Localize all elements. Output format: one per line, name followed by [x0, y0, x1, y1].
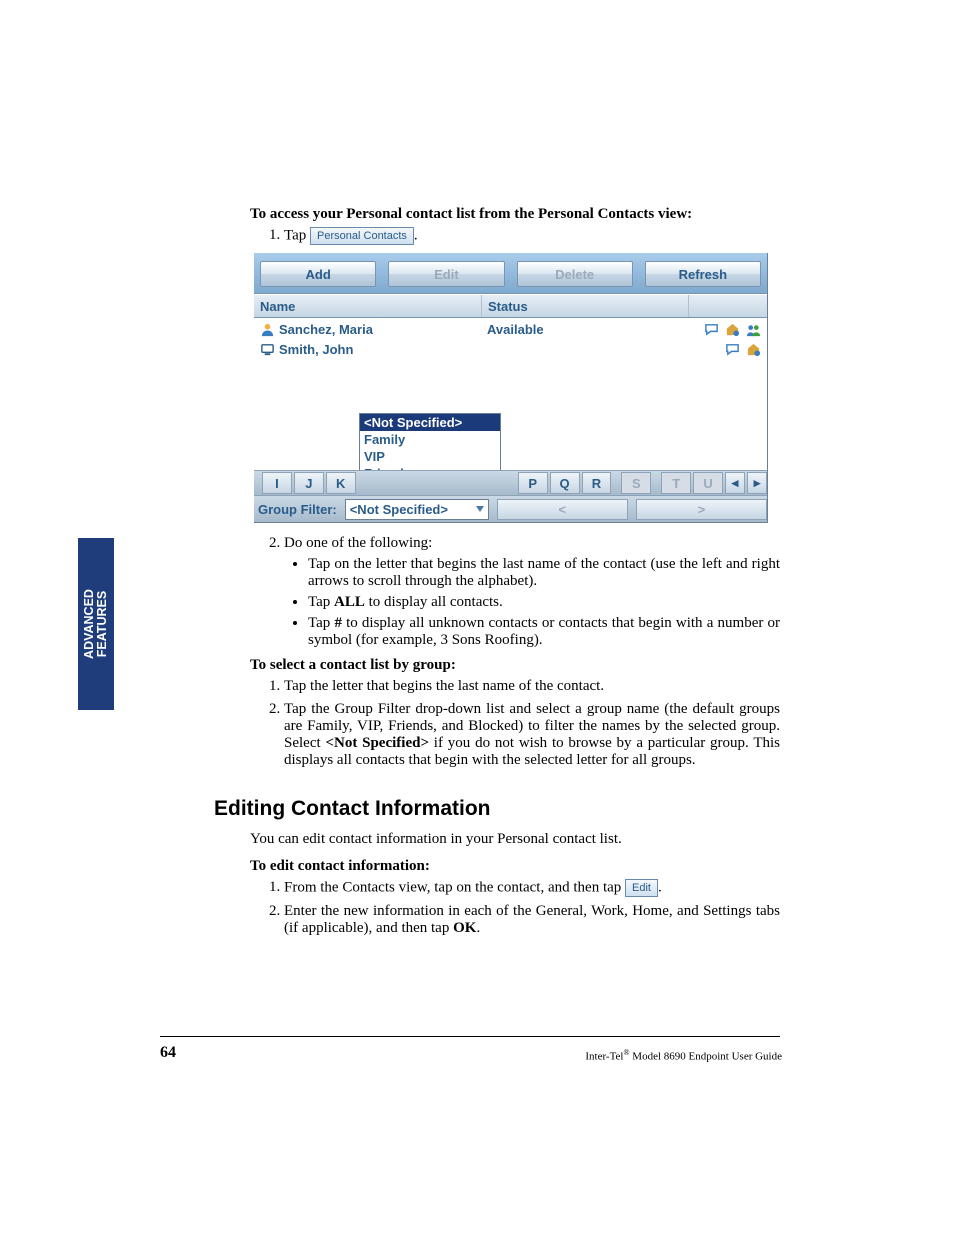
refresh-button[interactable]: Refresh	[645, 261, 761, 287]
alpha-key-dim[interactable]: T	[661, 472, 691, 494]
table-row[interactable]: Smith, John	[254, 339, 767, 359]
dropdown-option-selected[interactable]: <Not Specified>	[360, 414, 500, 431]
alpha-key[interactable]: Q	[550, 472, 580, 494]
intro-step-2: Do one of the following: Tap on the lett…	[284, 535, 780, 649]
contacts-screenshot: Add Edit Delete Refresh Name Status Sanc…	[254, 253, 768, 523]
person-icon	[260, 322, 275, 337]
contact-status: Available	[481, 322, 687, 337]
alpha-key[interactable]: P	[518, 472, 548, 494]
edit-inline-button[interactable]: Edit	[625, 879, 658, 897]
col-status[interactable]: Status	[482, 295, 689, 317]
section-tab-label: ADVANCED FEATURES	[83, 589, 109, 659]
group-step: Tap the letter that begins the last name…	[284, 678, 780, 695]
contact-name: Sanchez, Maria	[279, 322, 373, 337]
alphabet-bar: I J K P Q R S T U ◂ ▸	[254, 470, 767, 496]
alpha-key[interactable]: I	[262, 472, 292, 494]
alpha-key[interactable]: K	[326, 472, 356, 494]
edit-step: Enter the new information in each of the…	[284, 903, 780, 937]
next-button[interactable]: >	[636, 499, 767, 520]
footer-rule	[160, 1036, 780, 1037]
intro-heading: To access your Personal contact list fro…	[250, 206, 780, 223]
editing-intro: You can edit contact information in your…	[250, 831, 780, 848]
alpha-key[interactable]: R	[582, 472, 612, 494]
contact-name: Smith, John	[279, 342, 353, 357]
bullet: Tap ALL to display all contacts.	[308, 594, 780, 611]
chat-icon	[725, 342, 740, 357]
bullet: Tap # to display all unknown contacts or…	[308, 615, 780, 649]
edit-button[interactable]: Edit	[388, 261, 504, 287]
dropdown-option[interactable]: VIP	[360, 448, 500, 465]
delete-button[interactable]: Delete	[517, 261, 633, 287]
chat-icon	[704, 322, 719, 337]
table-header: Name Status	[254, 294, 767, 318]
dropdown-option[interactable]: Family	[360, 431, 500, 448]
alpha-key-dim[interactable]: S	[621, 472, 651, 494]
col-icons	[689, 295, 767, 317]
edit-step: From the Contacts view, tap on the conta…	[284, 879, 780, 897]
voicemail-icon	[746, 342, 761, 357]
group-heading: To select a contact list by group:	[250, 657, 780, 674]
group-filter-label: Group Filter:	[258, 502, 337, 517]
prev-button[interactable]: <	[497, 499, 628, 520]
voicemail-icon	[725, 322, 740, 337]
device-icon	[260, 342, 275, 357]
add-button[interactable]: Add	[260, 261, 376, 287]
col-name[interactable]: Name	[254, 295, 482, 317]
bullet: Tap on the letter that begins the last n…	[308, 556, 780, 590]
alpha-key-dim[interactable]: U	[693, 472, 723, 494]
editing-heading: Editing Contact Information	[214, 797, 780, 821]
group-filter-dropdown[interactable]: <Not Specified>	[345, 499, 489, 520]
alpha-key[interactable]: J	[294, 472, 324, 494]
footer-text: Inter-Tel® Model 8690 Endpoint User Guid…	[585, 1048, 782, 1063]
alpha-left-arrow[interactable]: ◂	[725, 472, 745, 494]
group-icon	[746, 322, 761, 337]
page-number: 64	[160, 1044, 176, 1062]
personal-contacts-button[interactable]: Personal Contacts	[310, 227, 414, 245]
table-row[interactable]: Sanchez, Maria Available	[254, 319, 767, 339]
intro-step-1: Tap Personal Contacts.	[284, 227, 780, 245]
group-step: Tap the Group Filter drop-down list and …	[284, 701, 780, 769]
editing-sub: To edit contact information:	[250, 858, 780, 875]
alpha-right-arrow[interactable]: ▸	[747, 472, 767, 494]
section-tab: ADVANCED FEATURES	[78, 538, 114, 710]
